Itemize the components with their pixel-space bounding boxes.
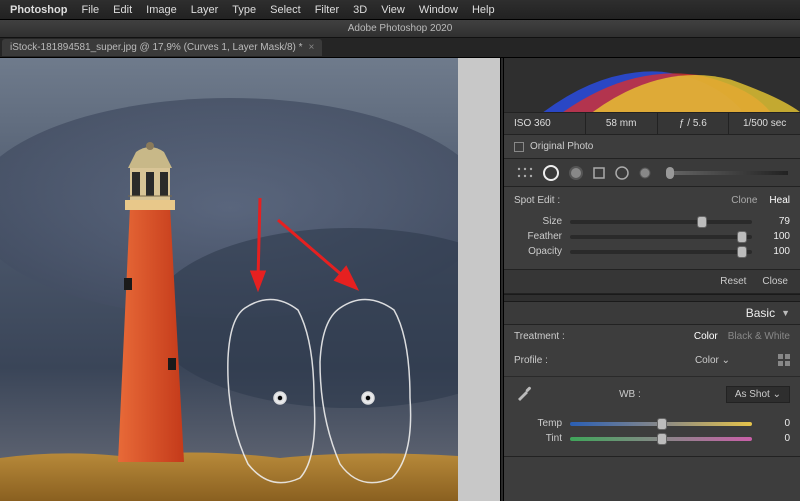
window-title: Adobe Photoshop 2020	[0, 20, 800, 38]
mask-radial-icon[interactable]	[614, 165, 630, 181]
mask-filled-circle-icon[interactable]	[568, 165, 584, 181]
temp-label: Temp	[514, 418, 562, 429]
menu-help[interactable]: Help	[472, 4, 495, 16]
feather-value: 100	[760, 231, 790, 242]
wb-label: WB :	[542, 389, 718, 400]
exif-focal: 58 mm	[586, 113, 658, 135]
original-photo-toggle[interactable]: Original Photo	[504, 135, 800, 159]
opacity-value: 100	[760, 246, 790, 257]
treatment-color[interactable]: Color	[694, 331, 718, 342]
tint-label: Tint	[514, 433, 562, 444]
menubar: Photoshop File Edit Image Layer Type Sel…	[0, 0, 800, 20]
treatment-row: Treatment : Color Black & White	[504, 325, 800, 348]
menu-image[interactable]: Image	[146, 4, 177, 16]
opacity-slider[interactable]: Opacity 100	[514, 246, 790, 257]
spot-edit-title: Spot Edit :	[514, 195, 560, 206]
canvas[interactable]	[0, 58, 500, 501]
tab-label: iStock-181894581_super.jpg @ 17,9% (Curv…	[10, 42, 303, 53]
menu-3d[interactable]: 3D	[353, 4, 367, 16]
menu-file[interactable]: File	[81, 4, 99, 16]
profile-grid-icon[interactable]	[778, 354, 790, 366]
feather-slider[interactable]: Feather 100	[514, 231, 790, 242]
profile-row: Profile : Color ⌄	[504, 348, 800, 377]
temp-value: 0	[760, 418, 790, 429]
mask-circle-icon[interactable]	[542, 164, 560, 182]
profile-dropdown[interactable]: Color ⌄	[695, 355, 730, 366]
right-panel: ISO 360 58 mm ƒ / 5.6 1/500 sec Original…	[504, 58, 800, 501]
document-image	[0, 58, 458, 501]
menu-layer[interactable]: Layer	[191, 4, 219, 16]
menu-select[interactable]: Select	[270, 4, 301, 16]
menu-type[interactable]: Type	[232, 4, 256, 16]
wb-sliders: Temp 0 Tint 0	[504, 412, 800, 457]
original-photo-label: Original Photo	[530, 141, 593, 152]
histogram[interactable]	[504, 58, 800, 113]
mask-dots-icon[interactable]	[516, 166, 534, 180]
opacity-label: Opacity	[514, 246, 562, 257]
clone-mode[interactable]: Clone	[731, 195, 757, 206]
profile-label: Profile :	[514, 355, 548, 366]
spot-edit-section: Spot Edit : Clone Heal Size 79 Feather 1…	[504, 187, 800, 270]
menu-view[interactable]: View	[381, 4, 405, 16]
canvas-pasteboard	[458, 58, 500, 501]
mask-rect-icon[interactable]	[592, 166, 606, 180]
size-value: 79	[760, 216, 790, 227]
menu-edit[interactable]: Edit	[113, 4, 132, 16]
tint-slider[interactable]: Tint 0	[514, 433, 790, 444]
tint-value: 0	[760, 433, 790, 444]
mask-gradient-slider[interactable]	[666, 171, 788, 175]
basic-header[interactable]: Basic ▼	[504, 302, 800, 325]
section-separator	[504, 294, 800, 302]
exif-shutter: 1/500 sec	[729, 113, 800, 135]
gradient-knob-icon[interactable]	[638, 166, 652, 180]
eyedropper-icon[interactable]	[514, 383, 534, 406]
menu-window[interactable]: Window	[419, 4, 458, 16]
temp-slider[interactable]: Temp 0	[514, 418, 790, 429]
app-name: Photoshop	[10, 4, 67, 16]
treatment-bw[interactable]: Black & White	[728, 331, 790, 342]
treatment-label: Treatment :	[514, 331, 565, 342]
exif-aperture: ƒ / 5.6	[658, 113, 730, 135]
menu-filter[interactable]: Filter	[315, 4, 339, 16]
close-button[interactable]: Close	[762, 276, 788, 287]
spot-buttons: Reset Close	[504, 270, 800, 294]
feather-label: Feather	[514, 231, 562, 242]
document-tab[interactable]: iStock-181894581_super.jpg @ 17,9% (Curv…	[2, 39, 322, 56]
exif-iso: ISO 360	[504, 113, 586, 135]
size-slider[interactable]: Size 79	[514, 216, 790, 227]
heal-mode[interactable]: Heal	[769, 195, 790, 206]
wb-dropdown[interactable]: As Shot ⌄	[726, 386, 790, 403]
exif-bar: ISO 360 58 mm ƒ / 5.6 1/500 sec	[504, 113, 800, 135]
collapse-icon[interactable]: ▼	[781, 308, 790, 318]
size-label: Size	[514, 216, 562, 227]
tab-bar: iStock-181894581_super.jpg @ 17,9% (Curv…	[0, 38, 800, 58]
checkbox-icon[interactable]	[514, 142, 524, 152]
reset-button[interactable]: Reset	[720, 276, 746, 287]
basic-title: Basic	[746, 306, 775, 320]
wb-row: WB : As Shot ⌄	[504, 377, 800, 412]
tab-close-icon[interactable]: ×	[309, 42, 315, 53]
mask-toolbar	[504, 159, 800, 187]
